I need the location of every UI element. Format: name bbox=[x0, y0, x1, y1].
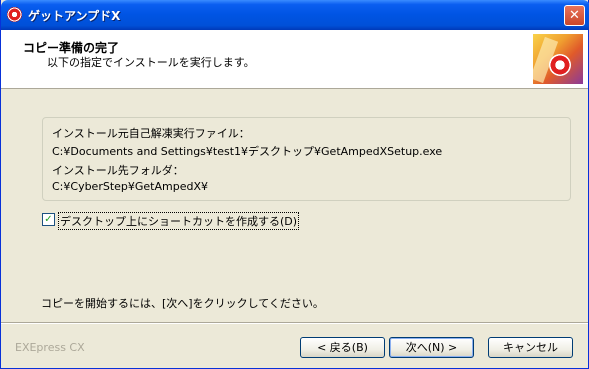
title-bar[interactable]: ゲットアンプドX ✕ bbox=[1, 0, 589, 30]
window-title: ゲットアンプドX bbox=[28, 9, 121, 23]
exe-path: C:¥Documents and Settings¥test1¥デスクトップ¥G… bbox=[52, 145, 443, 158]
shortcut-checkbox[interactable]: ✓ bbox=[42, 213, 55, 226]
page-subtitle: 以下の指定でインストールを実行します。 bbox=[47, 56, 255, 69]
logo-ring-icon bbox=[549, 54, 571, 76]
dest-path: C:¥CyberStep¥GetAmpedX¥ bbox=[52, 180, 209, 193]
next-button[interactable]: 次へ(N) > bbox=[389, 337, 474, 358]
shortcut-checkbox-label[interactable]: デスクトップ上にショートカットを作成する(D) bbox=[58, 212, 300, 230]
footer-divider bbox=[1, 322, 588, 324]
app-icon bbox=[7, 7, 22, 22]
instruction-text: コピーを開始するには、[次へ]をクリックしてください。 bbox=[41, 297, 324, 310]
back-button[interactable]: < 戻る(B) bbox=[300, 337, 385, 358]
close-button[interactable]: ✕ bbox=[564, 5, 585, 26]
check-icon: ✓ bbox=[44, 214, 53, 225]
close-icon: ✕ bbox=[569, 8, 580, 23]
brand-label: EXEpress CX bbox=[15, 341, 85, 354]
installer-window: ゲットアンプドX ✕ コピー準備の完了 以下の指定でインストールを実行します。 … bbox=[0, 0, 589, 369]
cancel-button[interactable]: キャンセル bbox=[488, 337, 573, 358]
exe-label: インストール元自己解凍実行ファイル： bbox=[52, 127, 250, 140]
wizard-header: コピー準備の完了 以下の指定でインストールを実行します。 bbox=[1, 30, 588, 89]
header-artwork-image bbox=[533, 34, 583, 84]
dest-label: インストール先フォルダ： bbox=[52, 164, 184, 177]
